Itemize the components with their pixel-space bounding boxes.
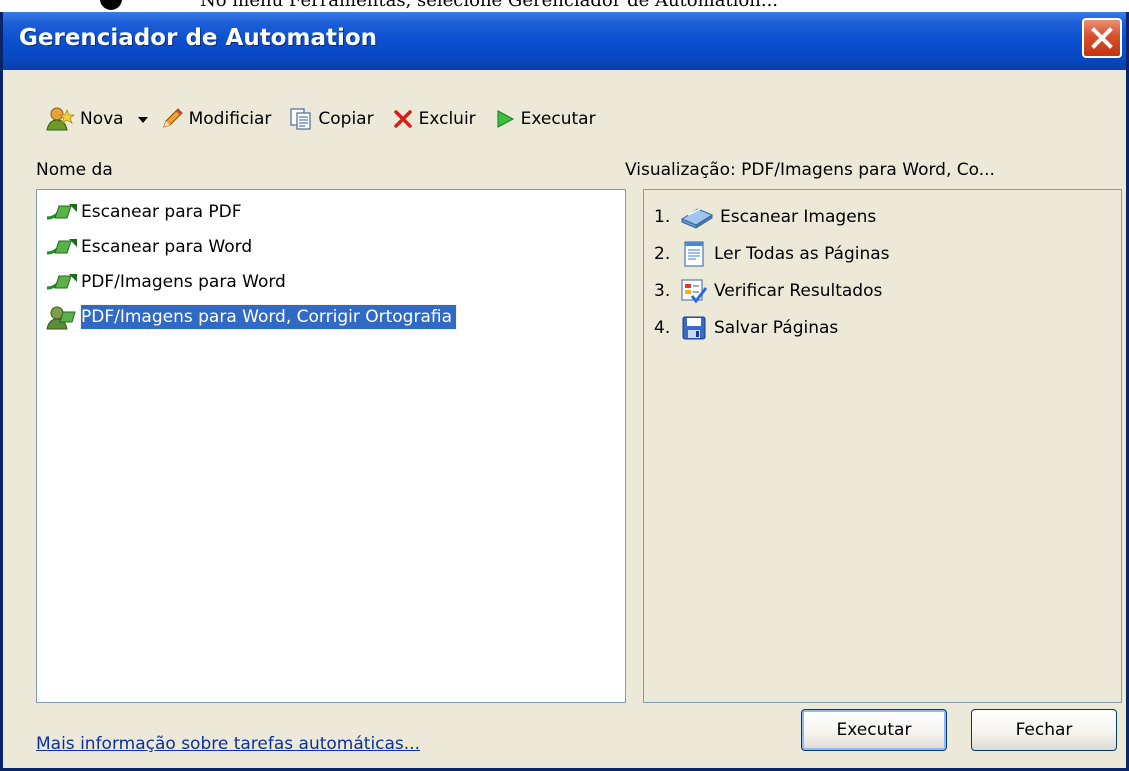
task-item-pdf-images-to-word[interactable]: PDF/Imagens para Word	[45, 267, 286, 297]
task-item-label: Escanear para PDF	[81, 202, 242, 222]
preview-header: Visualização: PDF/Imagens para Word, Co.…	[625, 160, 995, 180]
more-info-link[interactable]: Mais informação sobre tarefas automática…	[36, 734, 420, 754]
step-number: 2.	[654, 244, 671, 264]
preview-step-save-pages: 4. Salvar Páginas	[654, 313, 838, 343]
task-item-label: PDF/Imagens para Word	[81, 272, 286, 292]
instruction-strip: No menu Ferramentas, selecione Gerenciad…	[0, 0, 1129, 12]
scanner-icon	[680, 208, 714, 229]
run-task-label: Executar	[520, 109, 596, 129]
step-label: Ler Todas as Páginas	[714, 244, 890, 264]
step-label: Escanear Imagens	[720, 207, 877, 227]
preview-step-verify-results: 3. Verificar Resultados	[654, 276, 882, 306]
automation-task-icon	[46, 274, 77, 290]
close-window-button[interactable]	[1082, 18, 1122, 58]
step-number: 1.	[654, 207, 671, 227]
close-button[interactable]: Fechar	[971, 709, 1117, 751]
verify-icon	[681, 279, 708, 304]
play-icon	[497, 110, 514, 128]
step-label: Verificar Resultados	[714, 281, 883, 301]
title-bar: Gerenciador de Automation	[3, 12, 1126, 70]
new-task-label: Nova	[80, 109, 124, 129]
window-title: Gerenciador de Automation	[19, 25, 378, 51]
task-item-pdf-images-to-word-spellcheck[interactable]: PDF/Imagens para Word, Corrigir Ortograf…	[45, 302, 457, 332]
task-item-scan-to-word[interactable]: Escanear para Word	[45, 232, 252, 262]
copy-task-button[interactable]: Copiar	[283, 102, 379, 136]
step-number: 4.	[654, 318, 671, 338]
custom-task-icon	[46, 306, 76, 330]
execute-button[interactable]: Executar	[801, 709, 947, 751]
preview-step-read-pages: 2. Ler Todas as Páginas	[654, 239, 890, 269]
automation-task-icon	[46, 204, 77, 220]
close-icon	[1091, 27, 1113, 49]
toolbar: Nova Modificiar Copiar Excluir Executar	[39, 102, 608, 136]
task-item-label: Escanear para Word	[81, 237, 253, 257]
new-task-dropdown[interactable]	[137, 109, 148, 129]
step-number: 3.	[654, 281, 671, 301]
task-list[interactable]: Escanear para PDF Escanear para Word PDF…	[36, 189, 626, 703]
preview-panel: 1. Escanear Imagens 2. Ler Todas as Pági…	[643, 189, 1122, 703]
modify-task-button[interactable]: Modificiar	[154, 102, 278, 136]
step-label: Salvar Páginas	[714, 318, 839, 338]
new-task-icon	[46, 107, 75, 131]
task-item-scan-to-pdf[interactable]: Escanear para PDF	[45, 197, 242, 227]
automation-manager-dialog: Gerenciador de Automation Nova Modificia…	[0, 12, 1129, 771]
document-icon	[684, 241, 704, 267]
copy-icon	[290, 108, 311, 130]
run-task-button[interactable]: Executar	[488, 102, 602, 136]
automation-task-icon	[46, 239, 77, 255]
task-item-label: PDF/Imagens para Word, Corrigir Ortograf…	[80, 304, 457, 330]
delete-icon	[393, 110, 412, 128]
task-list-header: Nome da	[36, 160, 113, 180]
preview-step-scan-images: 1. Escanear Imagens	[654, 202, 876, 232]
step-bullet-icon	[100, 0, 122, 10]
pencil-icon	[162, 108, 183, 128]
new-task-button[interactable]: Nova	[39, 102, 130, 136]
instruction-text: No menu Ferramentas, selecione Gerenciad…	[200, 0, 779, 11]
modify-task-label: Modificiar	[188, 109, 272, 129]
floppy-disk-icon	[682, 316, 706, 340]
chevron-down-icon	[137, 117, 148, 123]
copy-task-label: Copiar	[318, 109, 374, 129]
delete-task-label: Excluir	[418, 109, 476, 129]
delete-task-button[interactable]: Excluir	[386, 102, 482, 136]
